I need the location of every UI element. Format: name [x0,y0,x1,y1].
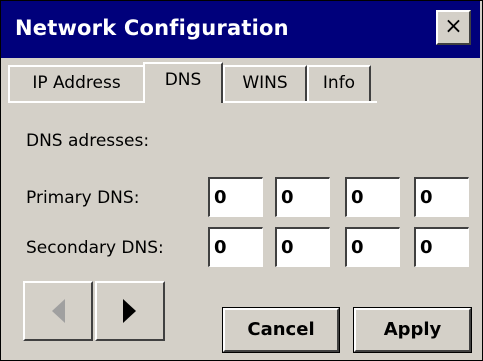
arrow-right-icon [123,299,136,323]
scroll-left-button[interactable] [23,281,93,341]
apply-button[interactable]: Apply [353,307,472,353]
arrow-left-icon [52,299,65,323]
tab-ip-address[interactable]: IP Address [8,65,145,101]
tab-label: Info [322,73,356,93]
cancel-button[interactable]: Cancel [222,307,340,353]
window-title: Network Configuration [15,16,289,40]
secondary-dns-label: Secondary DNS: [26,238,164,258]
tab-label: WINS [242,73,288,93]
scroll-right-button[interactable] [95,281,165,341]
primary-dns-octet-3[interactable]: 0 [345,177,400,217]
title-bar: Network Configuration [1,1,480,58]
tab-scroll-control [23,281,165,341]
close-button[interactable]: × [436,10,471,45]
secondary-dns-octet-1[interactable]: 0 [208,227,263,267]
dns-section-label: DNS adresses: [26,131,150,151]
close-icon: × [444,14,463,39]
secondary-dns-octet-4[interactable]: 0 [414,227,469,267]
primary-dns-octet-1[interactable]: 0 [208,177,263,217]
primary-dns-octet-4[interactable]: 0 [414,177,469,217]
tab-label: IP Address [32,73,121,93]
tab-label: DNS [164,70,202,90]
tab-dns[interactable]: DNS [143,62,223,103]
tab-wins[interactable]: WINS [223,65,307,101]
secondary-dns-octet-2[interactable]: 0 [275,227,330,267]
cancel-button-label: Cancel [247,319,315,340]
primary-dns-label: Primary DNS: [26,188,140,208]
secondary-dns-octet-3[interactable]: 0 [345,227,400,267]
tab-info[interactable]: Info [307,65,371,101]
primary-dns-octet-2[interactable]: 0 [275,177,330,217]
apply-button-label: Apply [383,319,442,340]
